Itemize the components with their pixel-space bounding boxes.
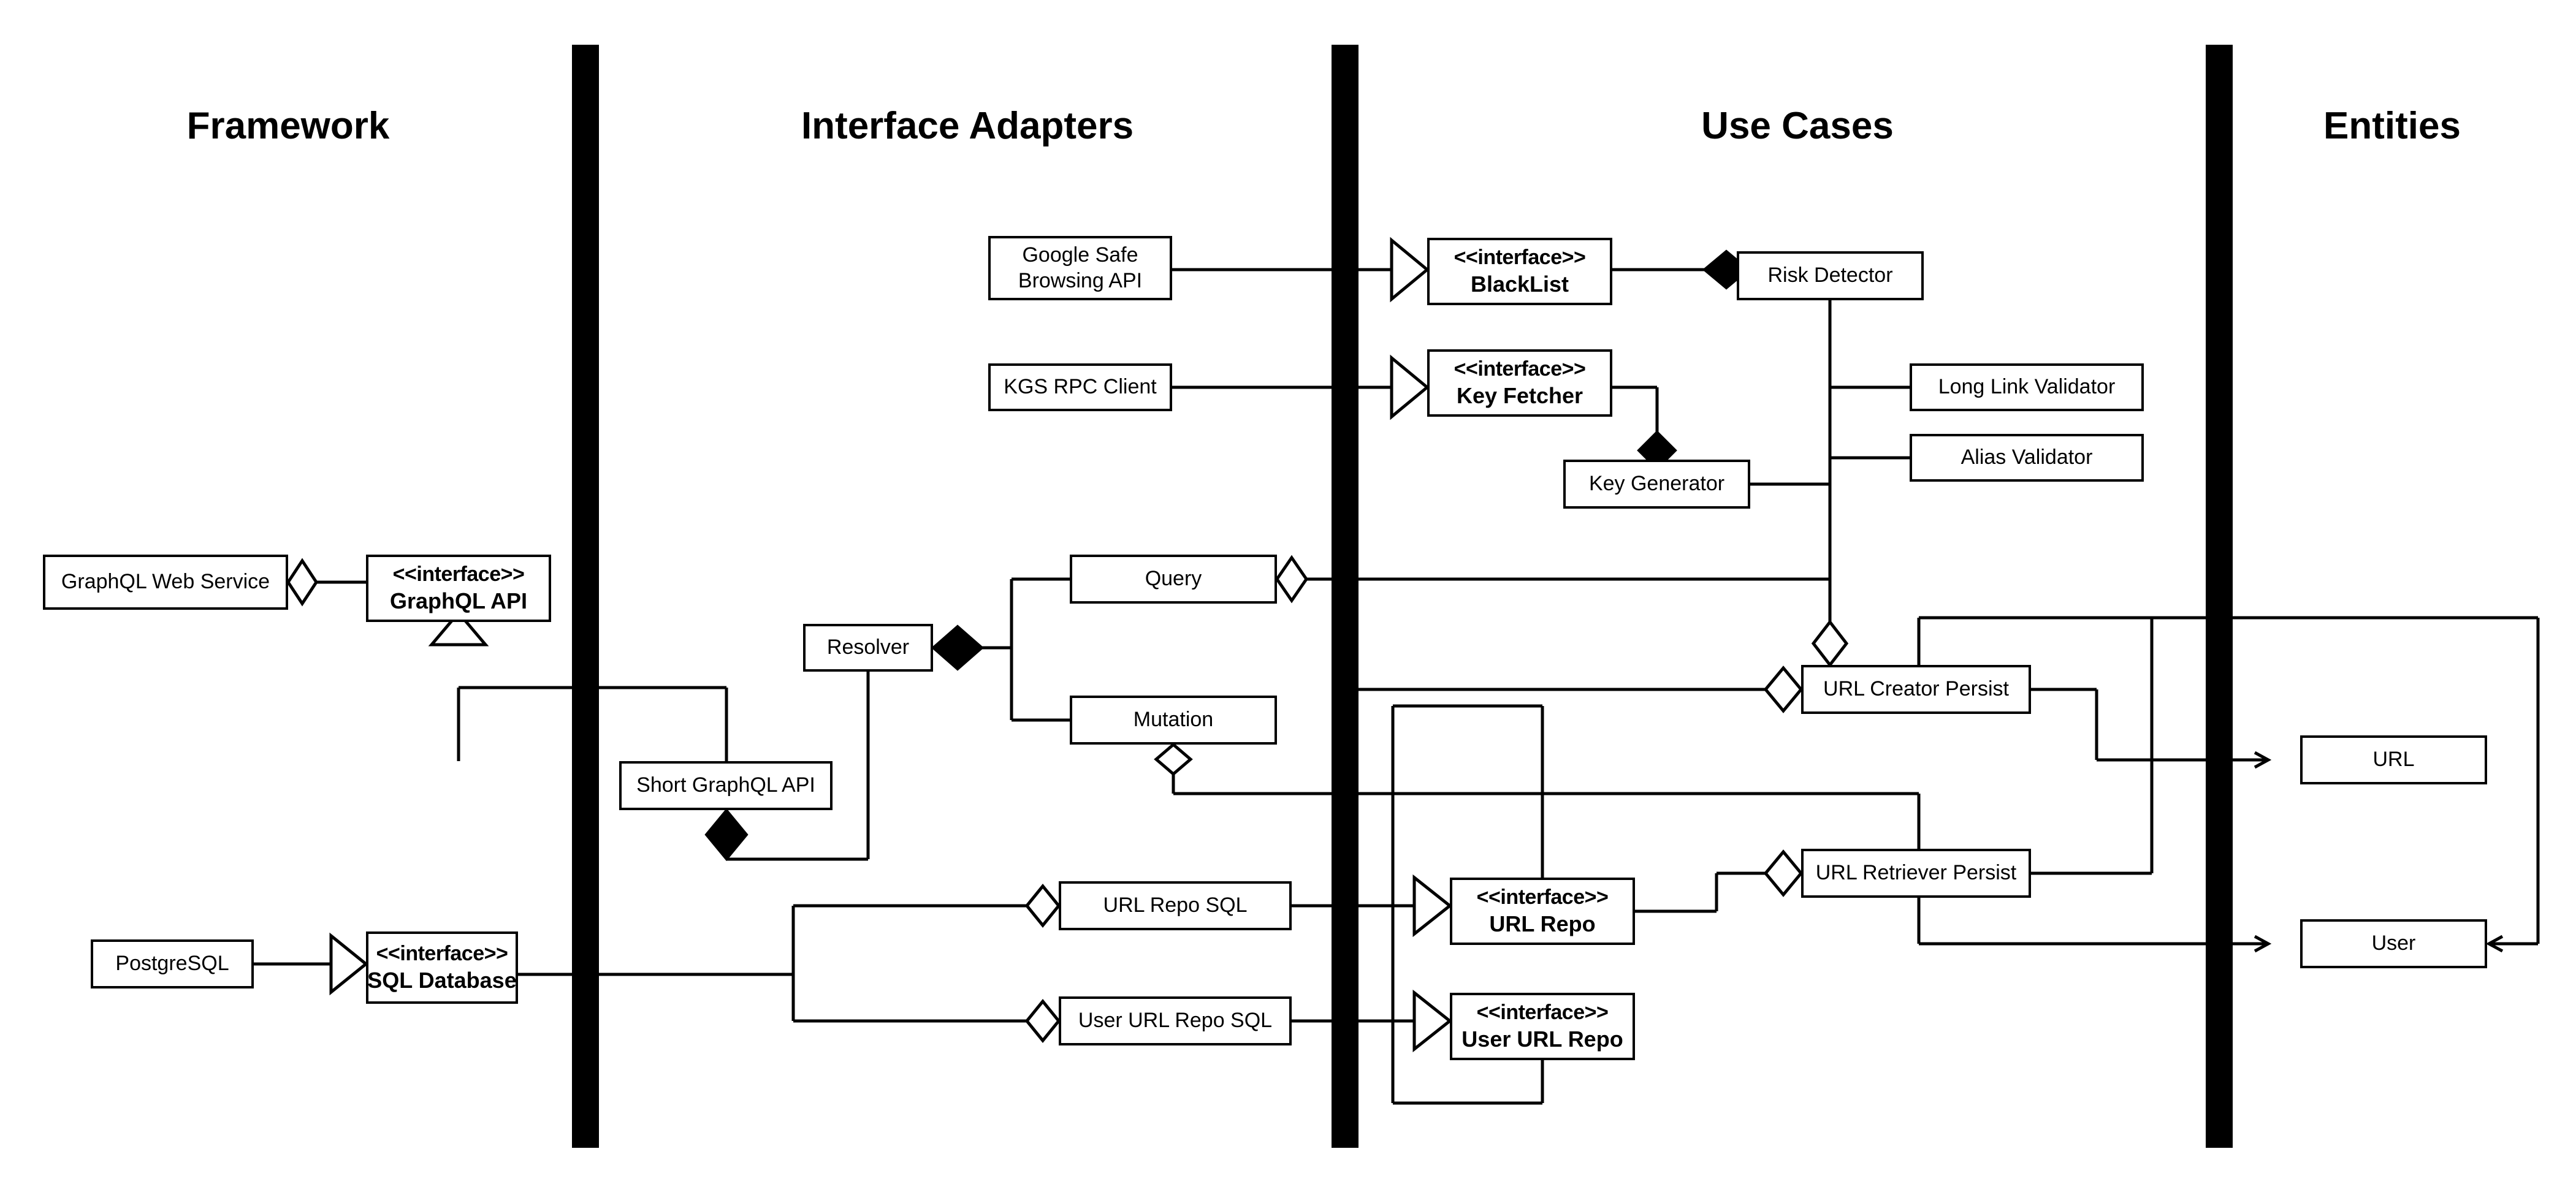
node-label: URL Creator Persist (1823, 677, 2009, 701)
node-label: URL Retriever Persist (1815, 861, 2017, 885)
node-url-creator-persist[interactable]: URL Creator Persist (1801, 665, 2031, 714)
node-query[interactable]: Query (1070, 555, 1277, 604)
layer-title-use-cases: Use Cases (1701, 105, 1894, 147)
divider-usecases-entities (2206, 45, 2233, 1148)
node-label-line-1: Google Safe (1022, 243, 1138, 267)
node-label: Mutation (1133, 708, 1214, 732)
node-label: User (2371, 931, 2416, 955)
diagram-canvas: Framework Interface Adapters Use Cases E… (0, 0, 2576, 1195)
node-label: Key Fetcher (1456, 382, 1583, 408)
node-label: BlackList (1470, 271, 1569, 297)
divider-adapters-usecases (1332, 45, 1358, 1148)
hollow-diamond-urlreposql (1024, 884, 1061, 928)
node-url[interactable]: URL (2300, 735, 2487, 784)
stereotype-label: <<interface>> (1476, 886, 1609, 909)
hollow-diamond-userurlreposql (1024, 999, 1061, 1043)
hollow-triangle-userurlrepo (1412, 989, 1453, 1053)
filled-diamond-shortgraphqlapi-resolver (704, 808, 749, 862)
stereotype-label: <<interface>> (376, 942, 508, 966)
stereotype-label: <<interface>> (1476, 1001, 1609, 1025)
stereotype-label: <<interface>> (1454, 246, 1586, 270)
node-user-url-repo[interactable]: <<interface>> User URL Repo (1450, 993, 1635, 1060)
node-label: URL (2372, 748, 2415, 772)
node-url-repo[interactable]: <<interface>> URL Repo (1450, 878, 1635, 945)
node-graphql-web-service[interactable]: GraphQL Web Service (43, 555, 288, 610)
node-blacklist[interactable]: <<interface>> BlackList (1427, 238, 1612, 305)
node-label: GraphQL API (389, 588, 528, 613)
node-label: SQL Database (367, 967, 517, 993)
node-mutation[interactable]: Mutation (1070, 696, 1277, 745)
hollow-diamond-urlretrieverpersist-left (1763, 849, 1804, 897)
hollow-diamond-urlcreatorpersist-top (1811, 619, 1849, 668)
node-label: Query (1145, 567, 1202, 591)
hollow-diamond-urlcreatorpersist-left (1763, 666, 1804, 713)
node-resolver[interactable]: Resolver (803, 624, 933, 672)
node-label: PostgreSQL (115, 952, 229, 976)
node-user-url-repo-sql[interactable]: User URL Repo SQL (1059, 996, 1292, 1045)
hollow-triangle-urlrepo (1412, 874, 1453, 938)
node-label: User URL Repo SQL (1078, 1009, 1273, 1033)
hollow-diamond-mutation (1154, 742, 1193, 776)
node-label: URL Repo (1489, 911, 1596, 936)
stereotype-label: <<interface>> (1454, 357, 1586, 381)
node-label: KGS RPC Client (1004, 375, 1157, 399)
node-url-retriever-persist[interactable]: URL Retriever Persist (1801, 849, 2031, 898)
node-postgresql[interactable]: PostgreSQL (91, 939, 254, 988)
hollow-triangle-sqldatabase (329, 932, 368, 996)
node-label: URL Repo SQL (1103, 893, 1248, 917)
filled-diamond-resolver-branch (931, 624, 985, 671)
node-label: Resolver (826, 635, 910, 659)
stereotype-label: <<interface>> (392, 563, 525, 586)
node-kgs-rpc-client[interactable]: KGS RPC Client (988, 363, 1172, 411)
node-label: Key Generator (1588, 472, 1725, 496)
node-short-graphql-api[interactable]: Short GraphQL API (619, 761, 833, 810)
node-key-generator[interactable]: Key Generator (1563, 460, 1750, 509)
divider-framework-adapters (572, 45, 599, 1148)
node-google-safe-browsing-api[interactable]: Google Safe Browsing API (988, 236, 1172, 300)
node-user[interactable]: User (2300, 919, 2487, 968)
node-url-repo-sql[interactable]: URL Repo SQL (1059, 881, 1292, 930)
node-label: Short GraphQL API (636, 773, 815, 797)
hollow-diamond-query (1275, 555, 1309, 604)
node-long-link-validator[interactable]: Long Link Validator (1910, 363, 2144, 411)
node-sql-database[interactable]: <<interface>> SQL Database (366, 931, 518, 1004)
node-key-fetcher[interactable]: <<interface>> Key Fetcher (1427, 349, 1612, 417)
node-label: Long Link Validator (1938, 375, 2116, 399)
layer-title-interface-adapters: Interface Adapters (801, 105, 1134, 147)
node-alias-validator[interactable]: Alias Validator (1910, 434, 2144, 482)
node-risk-detector[interactable]: Risk Detector (1737, 251, 1924, 300)
layer-title-framework: Framework (186, 105, 390, 147)
node-graphql-api[interactable]: <<interface>> GraphQL API (366, 555, 551, 622)
node-label: User URL Repo (1461, 1026, 1623, 1052)
hollow-diamond-graphqlwebservice (286, 558, 318, 607)
hollow-triangle-keyfetcher (1390, 354, 1430, 420)
hollow-triangle-blacklist (1390, 237, 1430, 303)
node-label: GraphQL Web Service (61, 570, 270, 594)
node-label: Risk Detector (1767, 264, 1893, 287)
node-label: Alias Validator (1961, 446, 2093, 469)
node-label-line-2: Browsing API (1018, 268, 1143, 292)
layer-title-entities: Entities (2323, 105, 2461, 147)
